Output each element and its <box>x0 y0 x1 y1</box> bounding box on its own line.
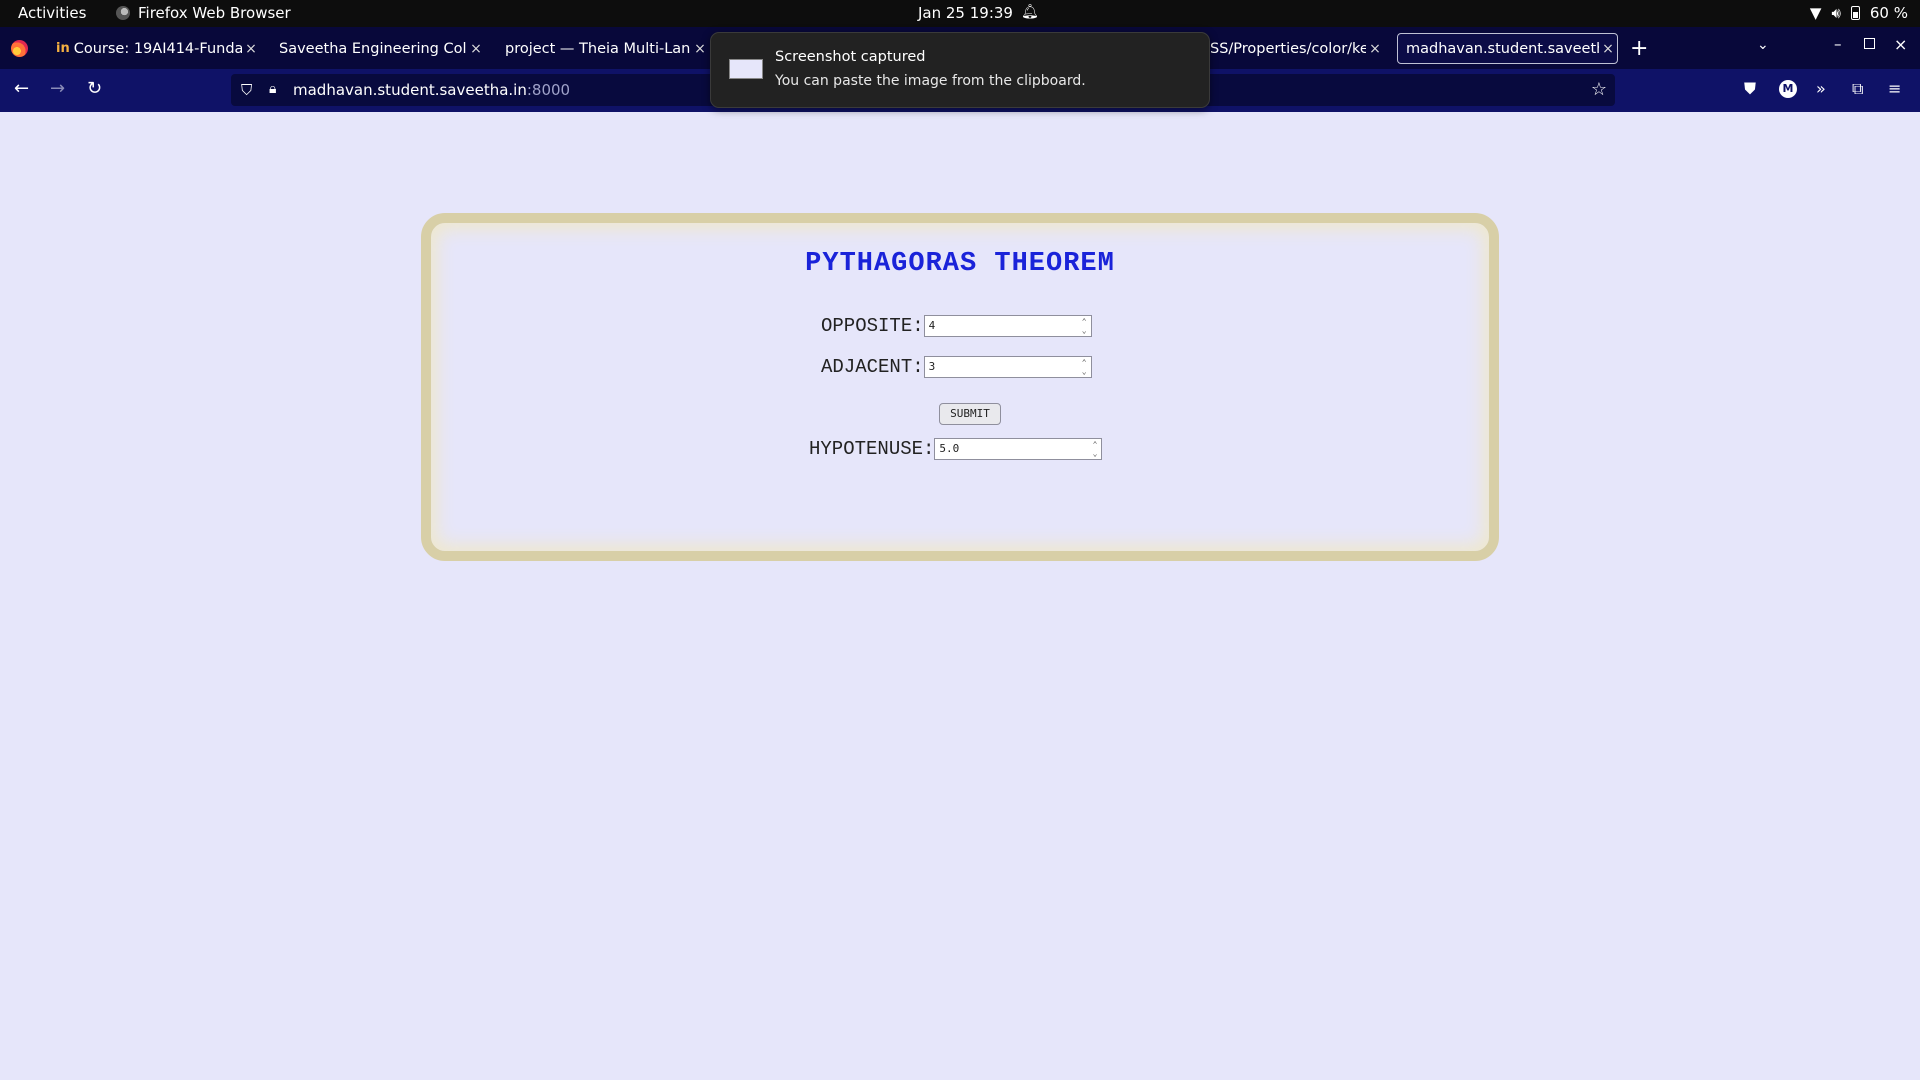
hypotenuse-row: HYPOTENUSE: 5.0 ⌃ ⌄ <box>809 438 1103 460</box>
tab-title: madhavan.student.saveetha <box>1406 40 1599 57</box>
overflow-chevron-icon[interactable]: » <box>1816 79 1826 98</box>
course-favicon-icon: in <box>56 41 70 56</box>
minimize-icon[interactable]: – <box>1834 35 1842 53</box>
close-icon[interactable]: × <box>691 41 709 57</box>
firefox-mini-icon <box>116 6 130 20</box>
system-tray[interactable]: ▼ 🔊︎ 60 % <box>1810 4 1908 22</box>
url-text[interactable]: madhavan.student.saveetha.in:8000 <box>293 81 570 99</box>
volume-icon: 🔊︎ <box>1831 4 1841 22</box>
tab-saveetha[interactable]: Saveetha Engineering Colleg × <box>271 33 485 64</box>
extensions-icon[interactable]: ⧉ <box>1852 79 1863 99</box>
page-title: PYTHAGORAS THEOREM <box>805 249 1115 279</box>
opposite-label: OPPOSITE: <box>821 315 924 337</box>
hypotenuse-value: 5.0 <box>939 442 960 455</box>
tab-title: Course: 19AI414-Fundam <box>73 40 242 57</box>
battery-percent: 60 % <box>1869 4 1908 22</box>
adjacent-value: 3 <box>928 360 936 373</box>
close-icon[interactable]: × <box>1599 41 1617 57</box>
back-arrow-icon[interactable]: ← <box>14 78 29 99</box>
submit-button[interactable]: SUBMIT <box>939 403 1001 425</box>
opposite-input[interactable]: 4 ⌃ ⌄ <box>923 315 1092 337</box>
chevron-down-icon[interactable]: ⌄ <box>1757 37 1769 53</box>
notification-title: Screenshot captured <box>775 49 926 65</box>
tab-css-color[interactable]: SS/Properties/color/key × <box>1202 33 1384 64</box>
window-close-icon[interactable]: × <box>1894 35 1907 54</box>
notification-body: You can paste the image from the clipboa… <box>775 73 1086 89</box>
tab-title: project — Theia Multi-Langu <box>505 40 691 57</box>
url-port: :8000 <box>526 81 571 99</box>
tab-madhavan-active[interactable]: madhavan.student.saveetha × <box>1397 33 1618 64</box>
spinner-icon[interactable]: ⌃ ⌄ <box>1093 440 1098 458</box>
pythagoras-card: PYTHAGORAS THEOREM OPPOSITE: 4 ⌃ ⌄ ADJACE… <box>421 213 1499 561</box>
lock-icon[interactable]: 🔒︎ <box>269 81 276 97</box>
pocket-icon[interactable]: ⛊ <box>1744 79 1756 99</box>
app-name: Firefox Web Browser <box>138 4 291 22</box>
opposite-value: 4 <box>928 319 936 332</box>
wifi-icon: ▼ <box>1809 4 1822 22</box>
app-menu[interactable]: Firefox Web Browser <box>116 4 291 22</box>
screenshot-thumbnail <box>729 59 763 79</box>
spinner-icon[interactable]: ⌃ ⌄ <box>1082 358 1087 376</box>
clock[interactable]: Jan 25 19:39 <box>918 4 1013 22</box>
tab-course[interactable]: in Course: 19AI414-Fundam × <box>48 33 260 64</box>
tab-title: Saveetha Engineering Colleg <box>279 40 467 57</box>
url-host: madhavan.student.saveetha.in <box>293 81 527 99</box>
menu-hamburger-icon[interactable]: ≡ <box>1888 79 1901 98</box>
bell-icon: 🔔︎ <box>1021 4 1039 20</box>
tab-theia[interactable]: project — Theia Multi-Langu × <box>497 33 709 64</box>
system-top-bar: Activities Firefox Web Browser Jan 25 19… <box>0 0 1920 27</box>
bookmark-star-icon[interactable]: ☆ <box>1591 79 1607 100</box>
tracking-shield-icon[interactable]: ⛉ <box>241 81 252 99</box>
opposite-row: OPPOSITE: 4 ⌃ ⌄ <box>821 315 1092 337</box>
close-icon[interactable]: × <box>242 41 260 57</box>
adjacent-row: ADJACENT: 3 ⌃ ⌄ <box>821 356 1092 378</box>
adjacent-input[interactable]: 3 ⌃ ⌄ <box>923 356 1092 378</box>
spinner-icon[interactable]: ⌃ ⌄ <box>1082 317 1087 335</box>
hypotenuse-output[interactable]: 5.0 ⌃ ⌄ <box>934 438 1103 460</box>
close-icon[interactable]: × <box>1366 41 1384 57</box>
new-tab-plus-icon[interactable]: + <box>1630 36 1648 61</box>
battery-icon <box>1850 6 1860 20</box>
screenshot-notification[interactable]: Screenshot captured You can paste the im… <box>710 32 1210 108</box>
adjacent-label: ADJACENT: <box>821 356 924 378</box>
activities-button[interactable]: Activities <box>18 4 86 22</box>
account-avatar-icon[interactable]: M <box>1779 80 1797 98</box>
firefox-logo-icon[interactable] <box>11 40 28 57</box>
maximize-icon[interactable] <box>1864 38 1875 49</box>
forward-arrow-icon[interactable]: → <box>50 78 65 99</box>
hypotenuse-label: HYPOTENUSE: <box>809 438 935 460</box>
reload-icon[interactable]: ↻ <box>87 78 102 99</box>
tab-title: SS/Properties/color/key <box>1210 40 1366 57</box>
close-icon[interactable]: × <box>467 41 485 57</box>
